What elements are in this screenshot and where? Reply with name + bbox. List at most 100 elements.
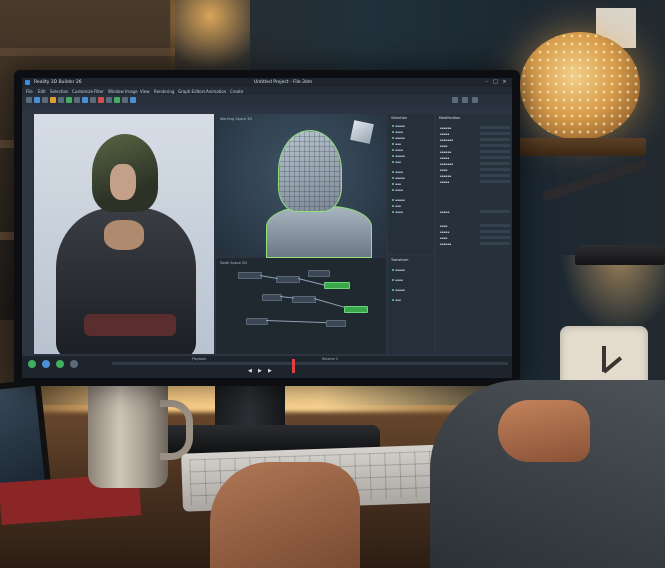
- property-row[interactable]: ▪▪▪▪▪▪: [440, 150, 510, 154]
- render-viewport[interactable]: [34, 114, 214, 354]
- property-row[interactable]: ▪▪▪▪▪: [440, 132, 510, 136]
- scale-tool-icon[interactable]: [50, 97, 56, 103]
- property-row[interactable]: ▪▪▪▪: [440, 224, 510, 228]
- node-editor[interactable]: Node Space 2D: [216, 258, 386, 354]
- menu-filter[interactable]: Filter: [94, 89, 104, 94]
- tree-item[interactable]: ▪▪▪▪▪: [392, 176, 405, 180]
- node[interactable]: [238, 272, 262, 279]
- tree-item[interactable]: ▪▪▪: [392, 204, 401, 208]
- mesh-body[interactable]: [266, 206, 372, 258]
- snap-tool-icon[interactable]: [66, 97, 72, 103]
- transform-row[interactable]: ▪▪▪▪▪: [392, 288, 405, 292]
- user-icon[interactable]: [472, 97, 478, 103]
- node[interactable]: [308, 270, 330, 277]
- menu-window[interactable]: Window: [108, 89, 124, 94]
- property-row[interactable]: ▪▪▪▪▪▪: [440, 126, 510, 130]
- mesh-hood[interactable]: [278, 130, 342, 212]
- playhead[interactable]: [292, 359, 295, 373]
- node-selected[interactable]: [324, 282, 350, 289]
- grid-tool-icon[interactable]: [130, 97, 136, 103]
- forward-icon[interactable]: ▶: [268, 368, 274, 374]
- transform-row[interactable]: ▪▪▪: [392, 298, 401, 302]
- layer-tool-icon[interactable]: [90, 97, 96, 103]
- settings-icon[interactable]: [462, 97, 468, 103]
- menu-customize[interactable]: Customize: [72, 89, 93, 94]
- property-row[interactable]: ▪▪▪▪: [440, 168, 510, 172]
- tree-item[interactable]: ▪▪▪▪▪: [392, 198, 405, 202]
- tree-item[interactable]: ▪▪▪: [392, 160, 401, 164]
- sphere-icon[interactable]: [42, 360, 50, 368]
- cube-icon[interactable]: [28, 360, 36, 368]
- close-icon[interactable]: ×: [502, 80, 507, 85]
- property-row[interactable]: ▪▪▪▪▪▪: [440, 174, 510, 178]
- move-tool-icon[interactable]: [34, 97, 40, 103]
- menu-rendering[interactable]: Rendering: [154, 89, 174, 94]
- menu-file[interactable]: File: [26, 89, 33, 94]
- cone-icon[interactable]: [56, 360, 64, 368]
- tree-item[interactable]: ▪▪▪▪: [392, 130, 403, 134]
- node[interactable]: [292, 296, 316, 303]
- property-row[interactable]: ▪▪▪▪▪: [440, 180, 510, 184]
- left-hand: [210, 462, 360, 568]
- property-row[interactable]: ▪▪▪▪: [440, 236, 510, 240]
- menu-graph-editors[interactable]: Graph Editors: [178, 89, 205, 94]
- camera-tool-icon[interactable]: [122, 97, 128, 103]
- align-tool-icon[interactable]: [82, 97, 88, 103]
- property-row[interactable]: ▪▪▪▪▪▪: [440, 242, 510, 246]
- menu-edit[interactable]: Edit: [38, 89, 46, 94]
- node[interactable]: [276, 276, 300, 283]
- plane-icon[interactable]: [70, 360, 78, 368]
- node-editor-label: Node Space 2D: [220, 261, 247, 265]
- property-row[interactable]: ▪▪▪▪▪: [440, 156, 510, 160]
- minimize-icon[interactable]: –: [484, 80, 489, 85]
- timeline-label: Playback: [192, 357, 207, 361]
- timeline-track[interactable]: [112, 362, 508, 365]
- tree-item[interactable]: ▪▪▪▪: [392, 210, 403, 214]
- node[interactable]: [326, 320, 346, 327]
- tree-item[interactable]: ▪▪▪▪▪: [392, 136, 405, 140]
- tree-item[interactable]: ▪▪▪: [392, 182, 401, 186]
- node-wire: [279, 296, 294, 299]
- menu-animation[interactable]: Animation: [206, 89, 226, 94]
- window-light: [170, 0, 250, 80]
- menu-selection[interactable]: Selection: [50, 89, 68, 94]
- maximize-icon[interactable]: □: [493, 80, 498, 85]
- tree-item[interactable]: ▪▪▪▪▪: [392, 154, 405, 158]
- lamp-pattern: [520, 32, 640, 140]
- mirror-tool-icon[interactable]: [74, 97, 80, 103]
- property-row[interactable]: ▪▪▪▪▪: [440, 210, 510, 214]
- select-tool-icon[interactable]: [26, 97, 32, 103]
- link-tool-icon[interactable]: [58, 97, 64, 103]
- node-wire: [265, 320, 326, 323]
- menu-image[interactable]: Image: [125, 89, 138, 94]
- window-title: Untitled Project - File.3dm: [254, 80, 313, 85]
- tree-item[interactable]: ▪▪▪▪▪: [392, 124, 405, 128]
- play-icon[interactable]: ▶: [258, 368, 264, 374]
- material-tool-icon[interactable]: [106, 97, 112, 103]
- tree-item[interactable]: ▪▪▪: [392, 142, 401, 146]
- transform-row[interactable]: ▪▪▪▪▪: [392, 268, 405, 272]
- node[interactable]: [262, 294, 282, 301]
- menu-create[interactable]: Create: [230, 89, 243, 94]
- rewind-icon[interactable]: ◀: [248, 368, 254, 374]
- tree-item[interactable]: ▪▪▪▪: [392, 170, 403, 174]
- 3d-viewport[interactable]: Working Space 3D: [216, 114, 386, 258]
- node-selected[interactable]: [344, 306, 368, 313]
- tree-item[interactable]: ▪▪▪▪: [392, 148, 403, 152]
- view-cube-icon[interactable]: [350, 120, 374, 144]
- rotate-tool-icon[interactable]: [42, 97, 48, 103]
- property-row[interactable]: ▪▪▪▪▪▪▪: [440, 138, 510, 142]
- tree-item[interactable]: ▪▪▪▪: [392, 188, 403, 192]
- share-icon[interactable]: [452, 97, 458, 103]
- render-tool-icon[interactable]: [98, 97, 104, 103]
- property-row[interactable]: ▪▪▪▪▪▪▪: [440, 162, 510, 166]
- globe-lamp: [520, 32, 640, 140]
- node[interactable]: [246, 318, 268, 325]
- light-tool-icon[interactable]: [114, 97, 120, 103]
- property-row[interactable]: ▪▪▪▪▪: [440, 230, 510, 234]
- lamp-shelf: [516, 138, 646, 156]
- menu-view[interactable]: View: [140, 89, 150, 94]
- transform-row[interactable]: ▪▪▪▪: [392, 278, 403, 282]
- property-row[interactable]: ▪▪▪▪: [440, 144, 510, 148]
- modification-panel: Modification ▪▪▪▪▪▪ ▪▪▪▪▪ ▪▪▪▪▪▪▪ ▪▪▪▪ ▪…: [436, 114, 512, 354]
